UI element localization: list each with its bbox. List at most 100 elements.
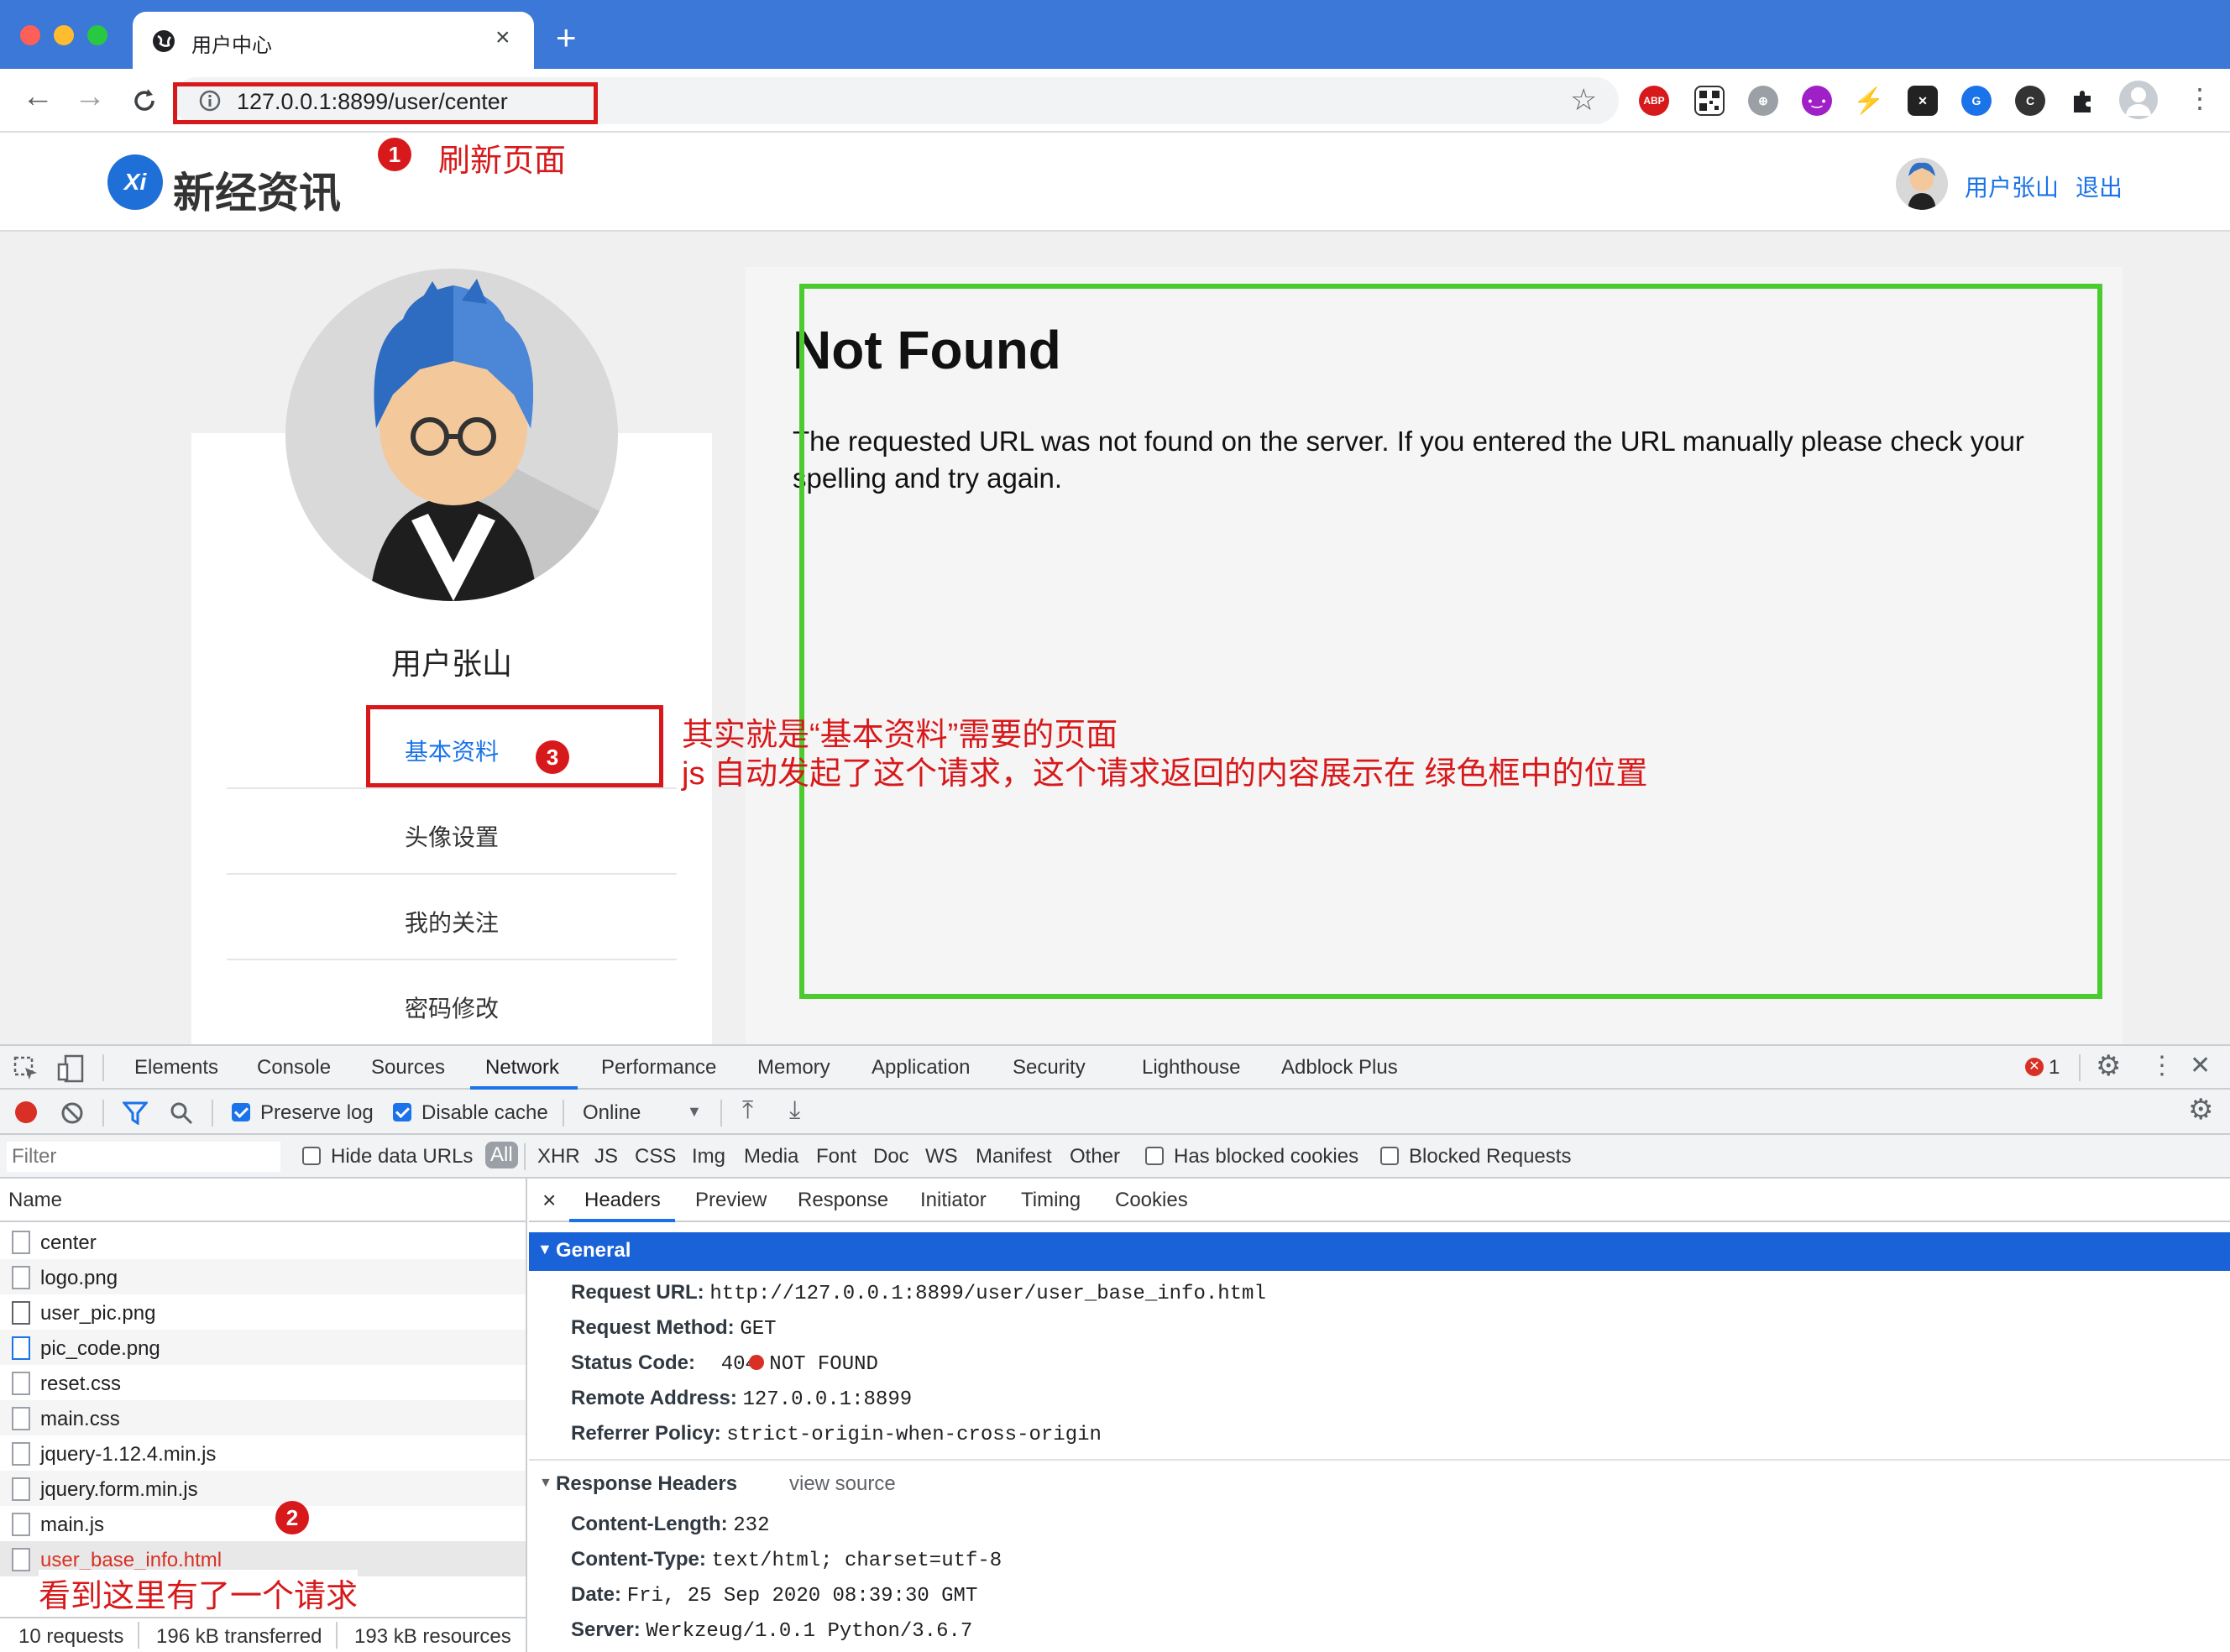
import-har-icon[interactable]: ⤒ xyxy=(742,1096,753,1125)
detail-tab-timing[interactable]: Timing xyxy=(1021,1189,1081,1212)
detail-tab-headers[interactable]: Headers xyxy=(584,1189,661,1212)
detail-tab-cookies[interactable]: Cookies xyxy=(1115,1189,1188,1212)
devtools-settings-icon[interactable]: ⚙ xyxy=(2096,1049,2121,1083)
qr-code-icon[interactable] xyxy=(1694,86,1725,116)
devtools-tab-lighthouse[interactable]: Lighthouse xyxy=(1142,1056,1240,1080)
forward-button[interactable]: → xyxy=(74,81,106,112)
triangle-down-icon[interactable]: ▼ xyxy=(539,1476,552,1491)
type-filter-media[interactable]: Media xyxy=(744,1145,798,1168)
type-filter-font[interactable]: Font xyxy=(816,1145,856,1168)
devtools-tab-sources[interactable]: Sources xyxy=(371,1056,445,1080)
tab-close-button[interactable]: × xyxy=(495,24,510,52)
translate-extension-icon[interactable]: G xyxy=(1961,86,1992,116)
request-row[interactable]: main.css xyxy=(0,1400,526,1435)
world-extension-icon[interactable]: ⊕ xyxy=(1748,86,1778,116)
devtools-close-icon[interactable]: ✕ xyxy=(2190,1051,2211,1080)
browser-tab-bar: 用户中心 × + xyxy=(0,0,2230,69)
close-window-button[interactable] xyxy=(20,25,40,45)
annotation-step1: 刷新页面 xyxy=(438,144,567,179)
back-button[interactable]: ← xyxy=(22,81,54,112)
general-section-header[interactable]: ▼ General xyxy=(529,1232,2230,1271)
menu-change-password[interactable]: 密码修改 xyxy=(227,962,677,1046)
response-headers-label[interactable]: Response Headers xyxy=(556,1472,737,1496)
record-icon[interactable] xyxy=(15,1101,37,1123)
preserve-log-checkbox[interactable] xyxy=(232,1103,250,1121)
filter-input[interactable] xyxy=(7,1142,280,1172)
header-user-link[interactable]: 用户张山 xyxy=(1965,170,2059,203)
name-column-header[interactable]: Name xyxy=(0,1179,526,1222)
devtools-tab-network[interactable]: Network xyxy=(485,1056,559,1080)
blocked-requests-checkbox[interactable] xyxy=(1380,1147,1399,1165)
filter-icon[interactable] xyxy=(123,1101,148,1125)
annotation-green-box xyxy=(799,284,2102,999)
c-extension-icon[interactable]: C xyxy=(2015,86,2045,116)
detail-close-icon[interactable]: × xyxy=(542,1187,556,1214)
request-row[interactable]: center xyxy=(0,1224,526,1259)
type-filter-doc[interactable]: Doc xyxy=(873,1145,909,1168)
request-row[interactable]: logo.png xyxy=(0,1259,526,1294)
type-filter-manifest[interactable]: Manifest xyxy=(976,1145,1052,1168)
type-filter-img[interactable]: Img xyxy=(692,1145,725,1168)
has-blocked-cookies-checkbox[interactable] xyxy=(1145,1147,1164,1165)
minimize-window-button[interactable] xyxy=(54,25,74,45)
logo-text[interactable]: 新经资讯 xyxy=(173,159,341,220)
hide-data-urls-checkbox[interactable] xyxy=(302,1147,321,1165)
profile-avatar-icon[interactable] xyxy=(2119,81,2158,119)
inspect-element-icon[interactable] xyxy=(13,1056,39,1081)
browser-menu-icon[interactable]: ⋮ xyxy=(2186,82,2213,114)
type-filter-other[interactable]: Other xyxy=(1070,1145,1120,1168)
devtools-tab-performance[interactable]: Performance xyxy=(601,1056,716,1080)
devtools-tab-console[interactable]: Console xyxy=(257,1056,331,1080)
disable-cache-checkbox[interactable] xyxy=(393,1103,411,1121)
type-filter-xhr[interactable]: XHR xyxy=(537,1145,580,1168)
request-row[interactable]: jquery.form.min.js xyxy=(0,1471,526,1506)
request-row[interactable]: reset.css xyxy=(0,1365,526,1400)
blocked-requests-label: Blocked Requests xyxy=(1409,1145,1572,1168)
devtools-tab-elements[interactable]: Elements xyxy=(134,1056,218,1080)
request-row[interactable]: user_pic.png xyxy=(0,1294,526,1330)
network-settings-icon[interactable]: ⚙ xyxy=(2188,1093,2213,1127)
device-toolbar-icon[interactable] xyxy=(57,1054,86,1083)
purple-extension-icon[interactable]: •‿• xyxy=(1802,86,1832,116)
view-source-link[interactable]: view source xyxy=(789,1472,896,1496)
puzzle-icon[interactable] xyxy=(2069,86,2099,116)
chevron-down-icon[interactable]: ▼ xyxy=(687,1103,702,1121)
detail-tab-preview[interactable]: Preview xyxy=(695,1189,767,1212)
browser-tab[interactable]: 用户中心 × xyxy=(133,12,534,69)
throttle-select[interactable]: Online xyxy=(583,1101,641,1125)
lightning-extension-icon[interactable]: ⚡ xyxy=(1853,86,1885,116)
devtools-menu-icon[interactable]: ⋮ xyxy=(2149,1051,2175,1080)
x-extension-icon[interactable]: ✕ xyxy=(1908,86,1938,116)
detail-tab-initiator[interactable]: Initiator xyxy=(920,1189,987,1212)
devtools-tab-memory[interactable]: Memory xyxy=(757,1056,830,1080)
request-row[interactable]: main.js xyxy=(0,1506,526,1541)
zoom-window-button[interactable] xyxy=(87,25,107,45)
export-har-icon[interactable]: ⤓ xyxy=(789,1096,800,1125)
reload-icon[interactable] xyxy=(129,86,160,116)
bookmark-star-icon[interactable]: ☆ xyxy=(1570,82,1597,118)
type-filter-js[interactable]: JS xyxy=(594,1145,618,1168)
menu-avatar-settings[interactable]: 头像设置 xyxy=(227,791,677,875)
logout-link[interactable]: 退出 xyxy=(2076,170,2123,203)
devtools-tab-application[interactable]: Application xyxy=(872,1056,970,1080)
devtools-tab-adblock-plus[interactable]: Adblock Plus xyxy=(1281,1056,1398,1080)
devtools-tab-security[interactable]: Security xyxy=(1013,1056,1086,1080)
type-filter-all[interactable]: All xyxy=(485,1142,518,1168)
request-row[interactable]: pic_code.png xyxy=(0,1330,526,1365)
request-count: 10 requests xyxy=(18,1625,124,1648)
annotation-badge-3: 3 xyxy=(536,740,569,774)
clear-icon[interactable] xyxy=(60,1101,84,1125)
menu-my-follows[interactable]: 我的关注 xyxy=(227,876,677,960)
error-icon[interactable]: ✕ xyxy=(2025,1058,2044,1076)
request-row[interactable]: jquery-1.12.4.min.js xyxy=(0,1435,526,1471)
devtools-tab-bar: Elements Console Sources Network Perform… xyxy=(0,1046,2230,1090)
type-filter-ws[interactable]: WS xyxy=(925,1145,958,1168)
logo-icon[interactable]: Xi xyxy=(107,154,163,210)
adblock-icon[interactable]: ABP xyxy=(1639,86,1669,116)
detail-tab-response[interactable]: Response xyxy=(798,1189,888,1212)
type-filter-css[interactable]: CSS xyxy=(635,1145,676,1168)
error-count[interactable]: 1 xyxy=(2049,1056,2060,1080)
search-icon[interactable] xyxy=(170,1101,193,1125)
new-tab-button[interactable]: + xyxy=(556,20,577,55)
header-avatar[interactable] xyxy=(1896,158,1948,210)
